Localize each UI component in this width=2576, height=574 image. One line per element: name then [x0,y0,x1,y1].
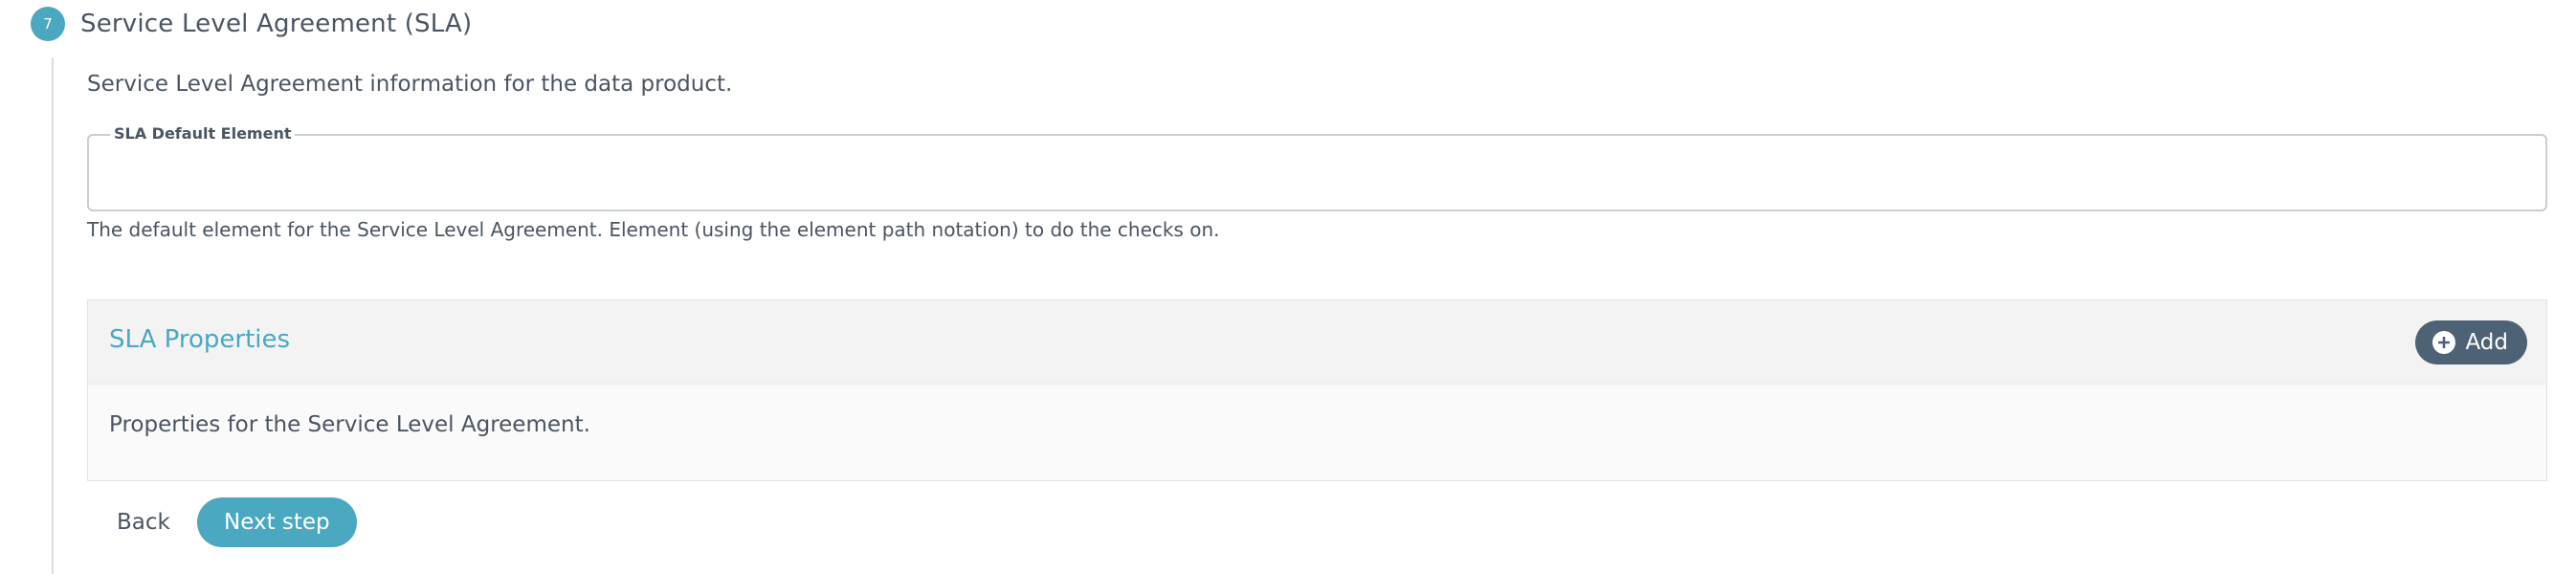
next-step-button[interactable]: Next step [197,497,357,547]
sla-default-element-field[interactable]: SLA Default Element [87,124,2547,211]
step-number-badge: 7 [31,7,65,41]
sla-properties-header: SLA Properties Add [88,300,2546,385]
step-guideline [52,57,54,574]
sla-default-element-help: The default element for the Service Leve… [87,218,1220,241]
sla-properties-description: Properties for the Service Level Agreeme… [109,412,590,437]
step-header: 7 Service Level Agreement (SLA) [31,7,472,41]
plus-circle-icon [2432,331,2456,354]
sla-default-element-label: SLA Default Element [110,124,296,143]
sla-properties-panel: SLA Properties Add Properties for the Se… [87,299,2547,481]
sla-properties-title: SLA Properties [109,325,291,354]
add-button-label: Add [2465,330,2508,355]
step-description: Service Level Agreement information for … [87,72,733,97]
sla-default-element-input[interactable] [108,151,2520,195]
step-title: Service Level Agreement (SLA) [80,10,473,38]
sla-step-page: 7 Service Level Agreement (SLA) Service … [0,0,2576,574]
add-sla-property-button[interactable]: Add [2415,320,2527,364]
back-button[interactable]: Back [100,497,188,547]
